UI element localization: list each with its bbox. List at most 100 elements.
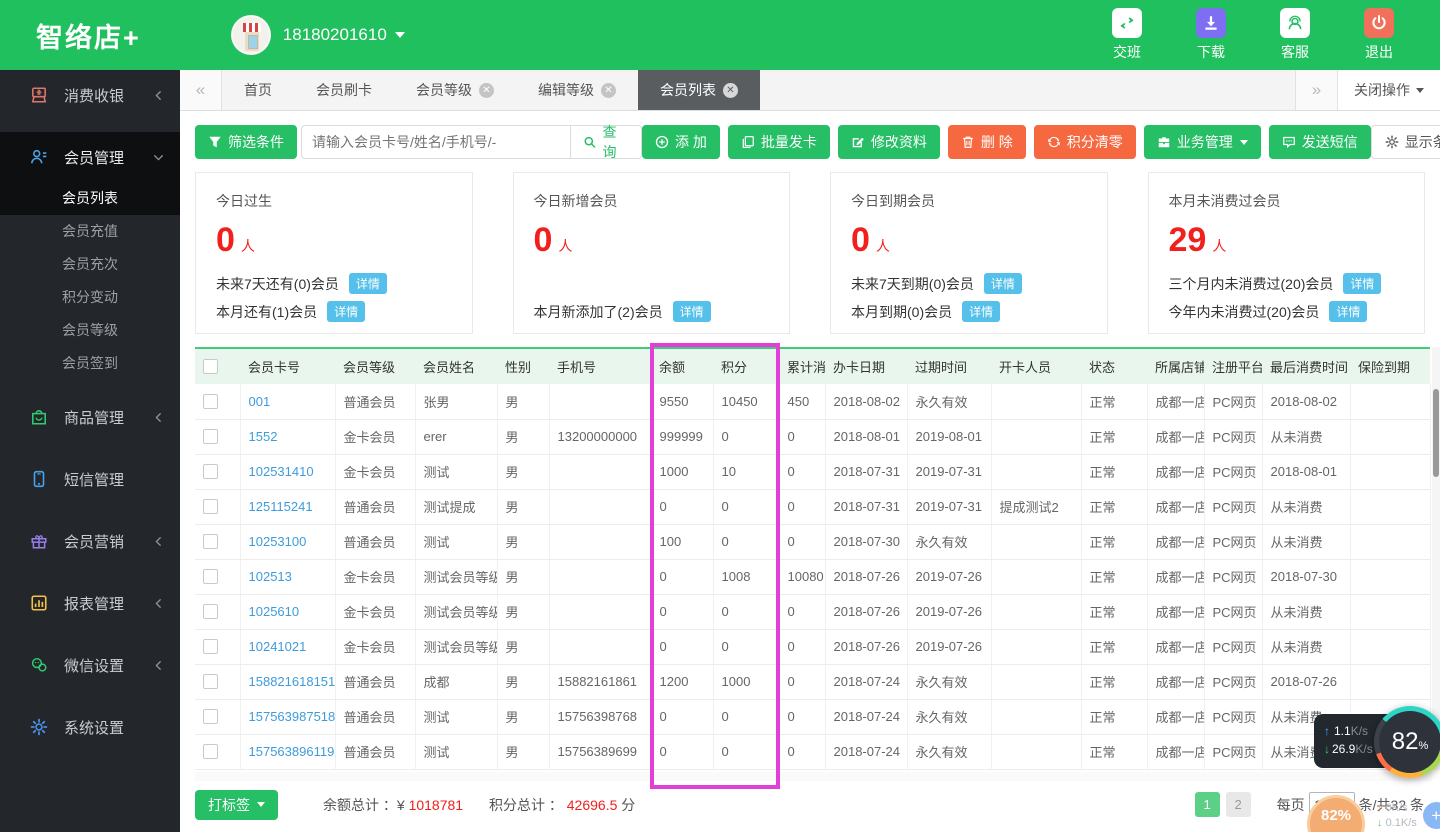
header-action-交班[interactable]: 交班	[1112, 8, 1142, 62]
col-header-open_date[interactable]: 办卡日期	[825, 348, 907, 384]
cell-operator	[991, 559, 1081, 594]
sidebar-subitem-会员充值[interactable]: 会员充值	[0, 215, 180, 248]
tab-首页[interactable]: 首页	[222, 70, 294, 110]
sidebar-subitem-会员签到[interactable]: 会员签到	[0, 347, 180, 380]
performance-gauge[interactable]: 82 %	[1374, 706, 1440, 778]
close-icon[interactable]: ✕	[479, 83, 494, 98]
col-header-phone[interactable]: 手机号	[549, 348, 651, 384]
header-action-下载[interactable]: 下载	[1196, 8, 1226, 62]
cell-card_no[interactable]: 157563896119	[240, 734, 335, 769]
toolbar-button-积分清零[interactable]: 积分清零	[1034, 125, 1136, 159]
cell-card_no[interactable]: 10253100	[240, 524, 335, 559]
row-checkbox[interactable]	[203, 709, 218, 724]
page-button-1[interactable]: 1	[1195, 792, 1220, 817]
sidebar-subitem-会员等级[interactable]: 会员等级	[0, 314, 180, 347]
expand-plus-button[interactable]: +	[1423, 802, 1440, 829]
sidebar-item-商品管理[interactable]: 商品管理	[0, 392, 180, 442]
toolbar-button-修改资料[interactable]: 修改资料	[838, 125, 940, 159]
toolbar-button-添加[interactable]: 添 加	[642, 125, 720, 159]
cell-card_no[interactable]: 125115241	[240, 489, 335, 524]
detail-badge[interactable]: 详情	[1343, 273, 1381, 294]
account-menu[interactable]: 18180201610	[231, 15, 405, 55]
cell-card_no[interactable]: 1025610	[240, 594, 335, 629]
row-checkbox[interactable]	[203, 569, 218, 584]
row-checkbox[interactable]	[203, 744, 218, 759]
col-header-store[interactable]: 所属店铺	[1147, 348, 1204, 384]
col-header-status[interactable]: 状态	[1081, 348, 1147, 384]
refresh-icon	[1047, 135, 1067, 149]
sidebar-item-会员管理[interactable]: 会员管理	[0, 132, 180, 182]
toolbar-button-业务管理[interactable]: 业务管理	[1144, 125, 1261, 159]
detail-badge[interactable]: 详情	[962, 301, 1000, 322]
sidebar-item-短信管理[interactable]: 短信管理	[0, 454, 180, 504]
detail-badge[interactable]: 详情	[327, 301, 365, 322]
close-operations-button[interactable]: 关闭操作	[1337, 70, 1440, 110]
cell-card_no[interactable]: 1552	[240, 419, 335, 454]
print-tag-button[interactable]: 打标签	[195, 790, 278, 820]
col-header-name[interactable]: 会员姓名	[415, 348, 497, 384]
sidebar-item-微信设置[interactable]: 微信设置	[0, 640, 180, 690]
row-checkbox[interactable]	[203, 639, 218, 654]
detail-badge[interactable]: 详情	[984, 273, 1022, 294]
row-checkbox[interactable]	[203, 394, 218, 409]
sidebar-item-消费收银[interactable]: 消费收银	[0, 70, 180, 120]
cell-card_no[interactable]: 157563987518	[240, 699, 335, 734]
cell-card_no[interactable]: 158821618151	[240, 664, 335, 699]
filter-button[interactable]: 筛选条件	[195, 125, 297, 159]
row-checkbox[interactable]	[203, 674, 218, 689]
page-button-2[interactable]: 2	[1226, 792, 1251, 817]
row-checkbox[interactable]	[203, 464, 218, 479]
tab-会员等级[interactable]: 会员等级✕	[394, 70, 516, 110]
sidebar-subitem-会员列表[interactable]: 会员列表	[0, 182, 180, 215]
display-columns-button[interactable]: 显示条目	[1371, 125, 1440, 159]
col-header-points[interactable]: 积分	[713, 348, 779, 384]
tab-会员列表[interactable]: 会员列表✕	[638, 70, 760, 110]
close-icon[interactable]: ✕	[601, 83, 616, 98]
detail-badge[interactable]: 详情	[673, 301, 711, 322]
col-header-operator[interactable]: 开卡人员	[991, 348, 1081, 384]
mini-gauge[interactable]: 82%	[1307, 795, 1365, 832]
detail-badge[interactable]: 详情	[349, 273, 387, 294]
col-header-balance[interactable]: 余额	[651, 348, 713, 384]
sidebar-item-系统设置[interactable]: 系统设置	[0, 702, 180, 752]
sidebar-subitem-会员充次[interactable]: 会员充次	[0, 248, 180, 281]
col-header-level[interactable]: 会员等级	[335, 348, 415, 384]
search-button[interactable]: 查询	[571, 125, 642, 159]
header-action-客服[interactable]: 客服	[1280, 8, 1310, 62]
cell-card_no[interactable]: 102531410	[240, 454, 335, 489]
cell-insurance	[1350, 524, 1430, 559]
toolbar-button-删除[interactable]: 删 除	[948, 125, 1026, 159]
header-action-退出[interactable]: 退出	[1364, 8, 1394, 62]
sidebar-item-会员营销[interactable]: 会员营销	[0, 516, 180, 566]
sidebar-subitem-积分变动[interactable]: 积分变动	[0, 281, 180, 314]
table-vertical-scrollbar[interactable]	[1432, 347, 1440, 770]
detail-badge[interactable]: 详情	[1329, 301, 1367, 322]
cell-card_no[interactable]: 10241021	[240, 629, 335, 664]
close-icon[interactable]: ✕	[723, 83, 738, 98]
select-all-checkbox[interactable]	[203, 359, 218, 374]
toolbar-button-发送短信[interactable]: 发送短信	[1269, 125, 1371, 159]
tab-会员刷卡[interactable]: 会员刷卡	[294, 70, 394, 110]
col-header-platform[interactable]: 注册平台	[1204, 348, 1262, 384]
col-header-expire_time[interactable]: 过期时间	[907, 348, 991, 384]
col-header-last_consume[interactable]: 最后消费时间	[1262, 348, 1350, 384]
chevron-left-icon	[153, 90, 164, 101]
cell-card_no[interactable]: 001	[240, 384, 335, 419]
row-checkbox[interactable]	[203, 534, 218, 549]
col-header-total_consume[interactable]: 累计消费	[779, 348, 825, 384]
toolbar-button-批量发卡[interactable]: 批量发卡	[728, 125, 830, 159]
search-input[interactable]	[301, 125, 571, 159]
tabs-scroll-right-button[interactable]: »	[1295, 70, 1337, 110]
mini-monitor-widget[interactable]: 82% ↑ 0K/s ↓ 0.1K/s +	[1307, 795, 1440, 832]
tab-编辑等级[interactable]: 编辑等级✕	[516, 70, 638, 110]
sidebar-item-报表管理[interactable]: 报表管理	[0, 578, 180, 628]
cell-card_no[interactable]: 102513	[240, 559, 335, 594]
table-horizontal-scrollbar[interactable]	[195, 772, 1432, 781]
col-header-card_no[interactable]: 会员卡号	[240, 348, 335, 384]
col-header-gender[interactable]: 性别	[497, 348, 549, 384]
col-header-insurance[interactable]: 保险到期	[1350, 348, 1430, 384]
row-checkbox[interactable]	[203, 604, 218, 619]
row-checkbox[interactable]	[203, 499, 218, 514]
tabs-scroll-left-button[interactable]: «	[180, 70, 222, 110]
row-checkbox[interactable]	[203, 429, 218, 444]
